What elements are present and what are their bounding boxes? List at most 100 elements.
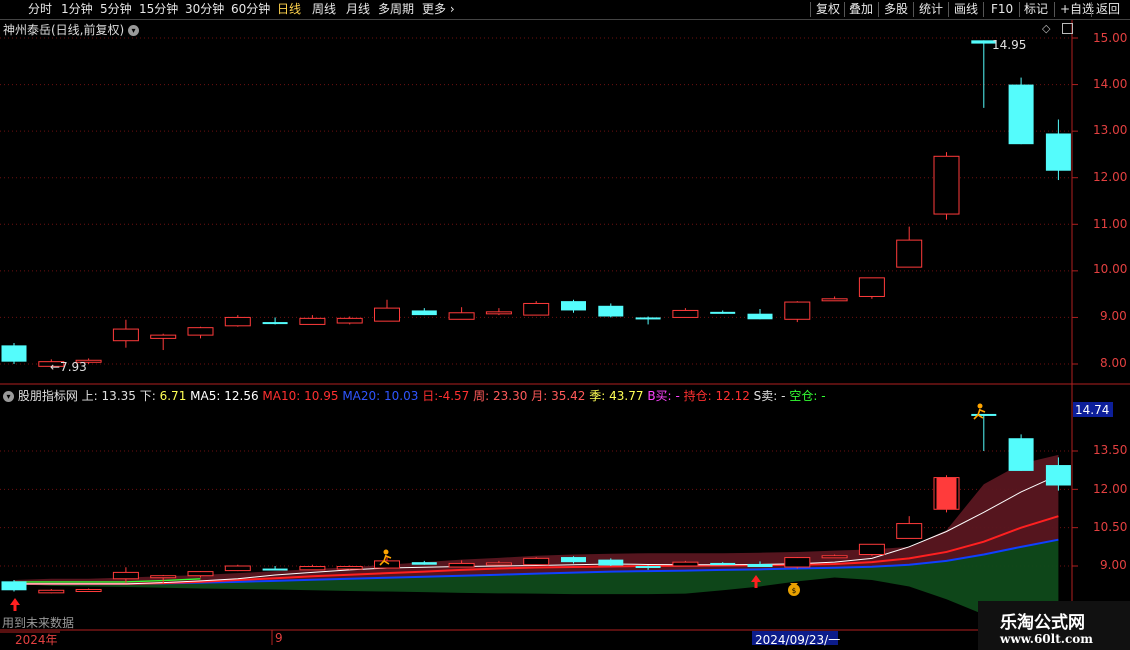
ind-candle — [561, 557, 586, 563]
ind-candle — [485, 562, 512, 566]
candle — [561, 301, 586, 311]
ind-candle — [1, 581, 27, 591]
candle — [710, 311, 736, 314]
week-label: 周: 23.30 — [473, 389, 528, 403]
stock-title: 神州泰岳(日线,前复权) — [3, 23, 125, 37]
y-tick: 14.00 — [1093, 77, 1128, 91]
indicator-header: ▾ 股朋指标网 上: 13.35 下: 6.71 MA5: 12.56 MA10… — [3, 387, 826, 404]
candle — [858, 277, 885, 297]
sell-label: S卖: - — [753, 389, 786, 403]
watermark-title: 乐淘公式网 — [1000, 613, 1085, 633]
candle — [635, 317, 661, 320]
upper-label: 上: 13.35 — [81, 389, 136, 403]
ind-candle — [710, 562, 736, 565]
y-tick: 8.00 — [1100, 356, 1127, 370]
candle — [374, 307, 400, 322]
y-tick: 12.00 — [1093, 170, 1128, 184]
ind-candle — [336, 566, 363, 570]
ma10-label: MA10: 10.95 — [262, 389, 339, 403]
ind-candle — [635, 566, 661, 568]
ind-candle — [112, 571, 139, 580]
signal-candle — [936, 477, 957, 510]
candle — [1, 345, 27, 362]
candle — [224, 316, 251, 327]
ind-candle — [262, 568, 288, 571]
diamond-icon[interactable]: ◇ — [1042, 22, 1050, 35]
ind-y-tick: 10.50 — [1093, 520, 1128, 534]
ma5-label: MA5: 12.56 — [190, 389, 259, 403]
candle — [784, 301, 811, 320]
year-label: 2024年 — [15, 633, 58, 647]
current-price-value: 14.74 — [1075, 403, 1110, 417]
ind-candle — [411, 562, 437, 565]
candle — [747, 313, 773, 320]
candle — [896, 239, 923, 268]
candle — [187, 327, 214, 336]
month-label: 9 — [275, 631, 283, 645]
ind-candle — [896, 523, 923, 539]
watermark-url: www.60lt.com — [1000, 632, 1093, 646]
chart-canvas[interactable]: $ — [0, 0, 1130, 650]
ind-candle — [523, 557, 550, 566]
y-tick: 13.00 — [1093, 123, 1128, 137]
season-label: 季: 43.77 — [589, 389, 644, 403]
ind-candle — [75, 589, 102, 593]
ind-candle — [38, 589, 65, 594]
ind-candle — [821, 555, 848, 559]
buy-arrow-icon — [10, 598, 20, 611]
money-bag-icon: $ — [788, 583, 800, 596]
candle — [112, 328, 139, 342]
candle — [1045, 133, 1071, 171]
candle — [672, 309, 699, 318]
candle — [1008, 84, 1034, 145]
panel-controls: ◇ — [1042, 21, 1074, 35]
ind-candle — [598, 559, 624, 566]
y-tick: 15.00 — [1093, 31, 1128, 45]
site-watermark: 乐淘公式网 www.60lt.com — [978, 601, 1130, 650]
y-tick: 11.00 — [1093, 217, 1128, 231]
buy-label: B买: - — [647, 389, 680, 403]
y-tick: 10.00 — [1093, 262, 1128, 276]
ind-candle — [784, 557, 811, 568]
candle — [336, 317, 363, 324]
candle — [448, 312, 475, 320]
candle — [523, 302, 550, 316]
ind-candle — [858, 543, 885, 555]
dropdown-icon[interactable]: ▾ — [3, 391, 14, 402]
indicator-bands — [14, 454, 1059, 625]
ind-candle — [299, 566, 326, 571]
lower-label: 下: 6.71 — [139, 389, 187, 403]
ind-candle — [971, 413, 997, 416]
ind-candle — [150, 575, 177, 579]
ind-candle — [448, 562, 475, 568]
day-label: 日:-4.57 — [422, 389, 470, 403]
candle — [299, 317, 326, 325]
date-cursor-label: 2024/09/23/一 — [755, 633, 841, 647]
candle — [598, 305, 624, 317]
candle — [411, 310, 437, 316]
ind-y-tick: 12.00 — [1093, 482, 1128, 496]
ma20-label: MA20: 10.03 — [342, 389, 419, 403]
ind-y-tick: 13.50 — [1093, 443, 1128, 457]
y-tick: 9.00 — [1100, 309, 1127, 323]
candle — [933, 155, 960, 215]
indicator-name[interactable]: 股朋指标网 — [18, 389, 78, 403]
ind-candle — [224, 565, 251, 572]
future-data-note: 用到未来数据 — [2, 616, 75, 630]
svg-text:$: $ — [792, 587, 796, 595]
candle — [485, 311, 512, 315]
main-panel-header: 神州泰岳(日线,前复权) ▾ — [3, 21, 140, 38]
candle — [262, 322, 288, 325]
ind-candle — [747, 563, 773, 568]
candle — [150, 334, 177, 339]
expand-icon[interactable] — [1062, 23, 1074, 34]
dropdown-icon[interactable]: ▾ — [128, 25, 140, 36]
ind-candle — [672, 561, 699, 567]
position-label: 持仓: 12.12 — [683, 389, 750, 403]
candle — [821, 298, 848, 302]
high-price-label: 14.95 — [992, 38, 1027, 52]
empty-position-label: 空仓: - — [789, 389, 826, 403]
ind-candle — [1045, 465, 1071, 486]
main-candles — [1, 40, 1071, 368]
ind-y-tick: 9.00 — [1100, 558, 1127, 572]
